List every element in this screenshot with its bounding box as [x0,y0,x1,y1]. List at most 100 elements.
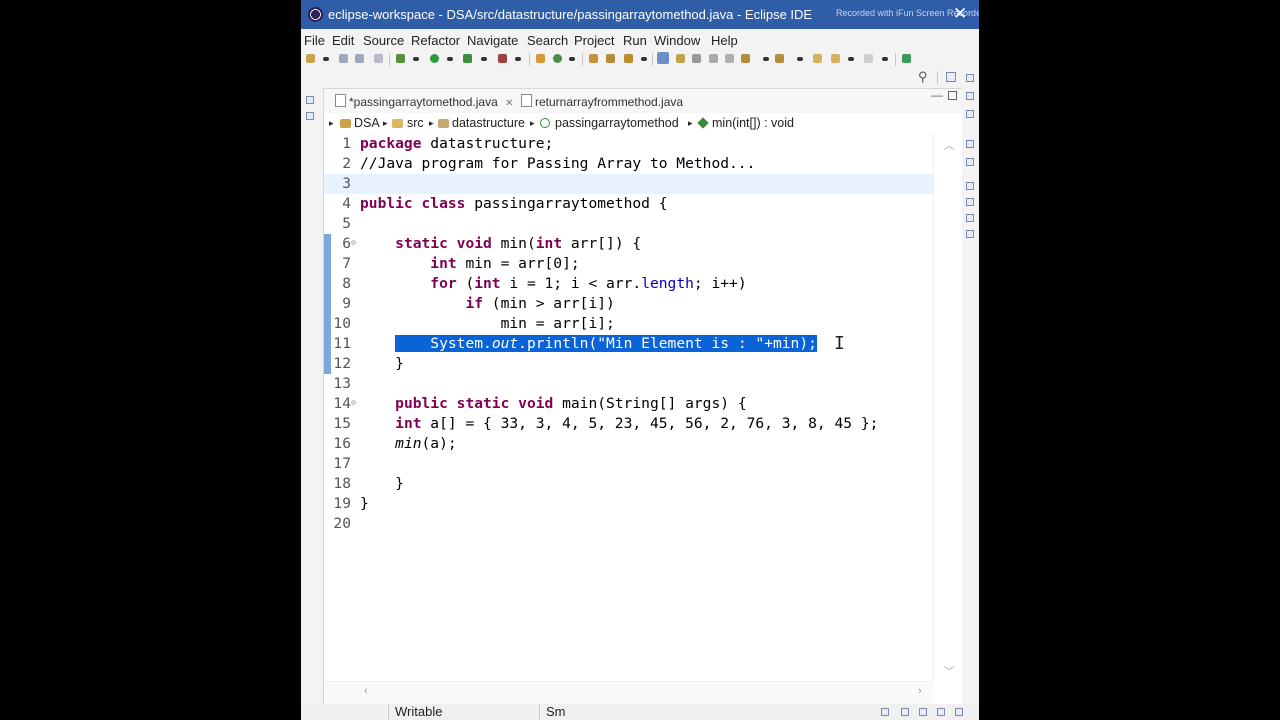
menu-project[interactable]: Project [574,33,614,48]
code-line: 8 for (int i = 1; i < arr.length; i++) [324,274,933,294]
scroll-up-icon[interactable]: ︿ [944,137,954,152]
code-line-current: 3 [324,174,933,194]
search-tool-icon[interactable] [624,54,633,63]
breadcrumb-package[interactable]: datastructure [452,116,525,130]
window-title: eclipse-workspace - DSA/src/datastructur… [328,7,813,22]
chevron-down-icon[interactable] [515,57,521,61]
close-tab-icon[interactable]: ✕ [505,98,513,109]
new-class-icon[interactable] [553,54,562,63]
coverage-icon[interactable] [463,54,472,63]
menu-file[interactable]: File [304,33,325,48]
print-icon[interactable] [374,54,383,63]
menu-window[interactable]: Window [654,33,700,48]
scroll-left-icon[interactable]: ‹ [364,685,368,697]
save-icon[interactable] [339,54,348,63]
tab-passingarraytomethod[interactable]: *passingarraytomethod.java ✕ [335,94,514,109]
progress-icon[interactable] [966,214,974,222]
breadcrumb-src[interactable]: src [407,116,424,130]
perspective-icon[interactable] [946,72,956,82]
external-tools-icon[interactable] [498,54,507,63]
restore-icon[interactable] [306,96,314,104]
menu-help[interactable]: Help [711,33,738,48]
chevron-down-icon[interactable] [323,57,329,61]
maximize-icon[interactable] [948,91,957,100]
minimize-icon[interactable]: — [931,88,943,102]
paragraph-icon[interactable] [725,54,734,63]
tab-returnarrayfrommethod[interactable]: returnarrayfrommethod.java [521,94,683,109]
task-list-icon[interactable] [966,110,974,118]
toggle-highlight-icon[interactable] [676,54,685,63]
chevron-down-icon[interactable] [848,57,854,61]
chevron-down-icon[interactable] [481,57,487,61]
status-icon[interactable] [955,708,963,716]
code-line: 17 [324,454,933,474]
console-icon[interactable] [966,198,974,206]
horizontal-scrollbar[interactable]: ‹ › [324,681,933,704]
tab-label: *passingarraytomethod.java [349,95,498,109]
code-line: 9 if (min > arr[i]) [324,294,933,314]
status-icon[interactable] [919,708,927,716]
fold-icon[interactable]: ⊖ [351,233,356,253]
chevron-down-icon[interactable] [763,57,769,61]
package-explorer-icon[interactable] [306,112,314,120]
menu-bar: File Edit Source Refactor Navigate Searc… [301,31,979,51]
status-icon[interactable] [881,708,889,716]
save-all-icon[interactable] [355,54,364,63]
menu-edit[interactable]: Edit [332,33,354,48]
toolbar-divider [529,53,530,66]
line-number: 20 [333,515,351,532]
last-edit-icon[interactable] [741,54,750,63]
run-icon[interactable] [430,54,439,63]
debug-icon[interactable] [396,54,405,63]
back-icon[interactable] [813,54,822,63]
toggle-block-selection-icon[interactable] [692,54,701,63]
chevron-down-icon[interactable] [882,57,888,61]
status-icon[interactable] [901,708,909,716]
restore-icon[interactable] [966,74,974,82]
chevron-down-icon[interactable] [447,57,453,61]
chevron-down-icon[interactable] [569,57,575,61]
line-number: 18 [333,475,351,492]
show-whitespace-icon[interactable] [709,54,718,63]
status-divider [388,704,389,720]
chevron-down-icon[interactable] [413,57,419,61]
menu-navigate[interactable]: Navigate [467,33,518,48]
code-line: 20 [324,514,933,534]
toggle-mark-occurrences-icon[interactable] [657,52,669,64]
chevron-right-icon: ▸ [383,118,388,128]
editor-tabs: *passingarraytomethod.java ✕ returnarray… [324,88,963,113]
problems-icon[interactable] [966,140,974,148]
menu-search[interactable]: Search [527,33,568,48]
search-view-icon[interactable] [966,230,974,238]
status-icon[interactable] [937,708,945,716]
open-type-icon[interactable] [589,54,598,63]
next-annotation-icon[interactable] [775,54,784,63]
breadcrumb-method[interactable]: min(int[]) : void [712,116,794,130]
code-editor[interactable]: 1 package datastructure; 2//Java program … [324,133,933,681]
code-line: 19} [324,494,933,514]
declaration-icon[interactable] [966,182,974,190]
new-icon[interactable] [306,54,315,63]
outline-icon[interactable] [966,92,974,100]
new-java-project-icon[interactable] [536,54,545,63]
menu-run[interactable]: Run [623,33,647,48]
back-history-icon[interactable] [831,54,840,63]
fold-icon[interactable]: ⊖ [351,393,356,413]
open-perspective-icon[interactable] [902,54,911,63]
scroll-down-icon[interactable]: ﹀ [944,663,954,678]
menu-refactor[interactable]: Refactor [411,33,460,48]
toolbar-divider [895,53,896,66]
chevron-down-icon[interactable] [641,57,647,61]
open-task-icon[interactable] [606,54,615,63]
chevron-down-icon[interactable] [797,57,803,61]
close-icon[interactable]: ✕ [953,4,967,24]
breadcrumb-project[interactable]: DSA [354,116,380,130]
breadcrumb-class[interactable]: passingarraytomethod [555,116,679,130]
toolbar-divider [389,53,390,66]
javadoc-icon[interactable] [966,158,974,166]
menu-source[interactable]: Source [363,33,404,48]
vertical-scrollbar[interactable]: ︿ ﹀ [933,133,963,681]
search-icon[interactable]: ⚲ [918,69,928,85]
scroll-right-icon[interactable]: › [918,685,922,697]
forward-icon[interactable] [864,54,873,63]
